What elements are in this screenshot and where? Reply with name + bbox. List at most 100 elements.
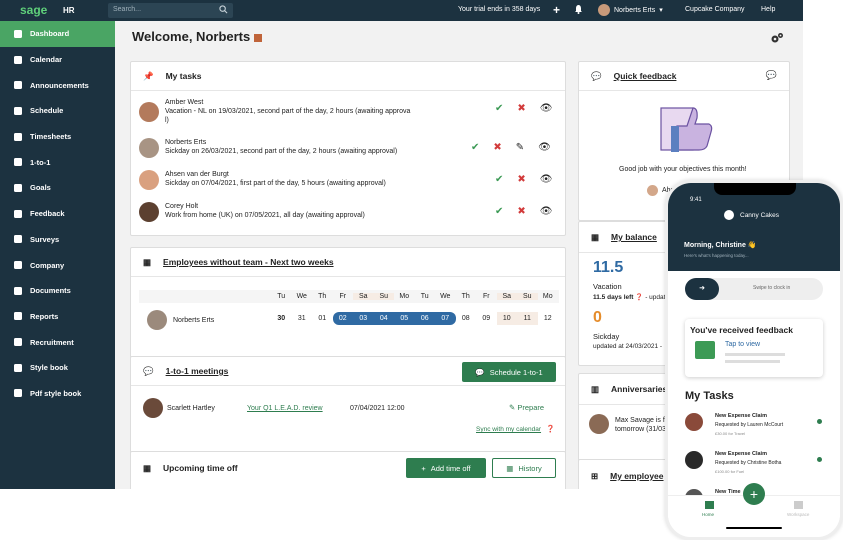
sage-logo[interactable]: sage bbox=[20, 3, 47, 17]
sidebar-item-dashboard[interactable]: Dashboard bbox=[0, 21, 115, 47]
sidebar-item-documents[interactable]: Documents bbox=[0, 278, 115, 304]
approve-check-icon[interactable]: ✔ bbox=[471, 142, 479, 153]
phone-tasks-title: My Tasks bbox=[685, 390, 734, 402]
sidebar-item-style-book[interactable]: Style book bbox=[0, 355, 115, 381]
sidebar-item-schedule[interactable]: Schedule bbox=[0, 98, 115, 124]
anniversary-text-1: Max Savage is fir bbox=[615, 417, 669, 424]
nav-home-label[interactable]: Home bbox=[702, 512, 714, 517]
meeting-person: Scarlett Hartley bbox=[167, 405, 215, 412]
feedback-notification[interactable]: You've received feedback Tap to view bbox=[685, 319, 823, 377]
calendar-date-cell[interactable]: 08 bbox=[456, 312, 477, 325]
home-icon[interactable] bbox=[705, 501, 714, 509]
company-menu[interactable]: Cupcake Company bbox=[685, 6, 745, 13]
bell-icon[interactable] bbox=[574, 4, 583, 14]
calendar-date-cell[interactable]: 07 bbox=[435, 312, 456, 325]
search-icon[interactable] bbox=[219, 5, 228, 14]
approve-check-icon[interactable]: ✔ bbox=[495, 206, 503, 217]
app-name: HR bbox=[63, 6, 75, 15]
calendar-date-cell[interactable]: 12 bbox=[538, 312, 559, 325]
view-eye-icon[interactable]: 👁 bbox=[540, 103, 553, 114]
sidebar-item-1-to-1[interactable]: 1-to-1 bbox=[0, 149, 115, 175]
reject-x-icon[interactable]: ✖ bbox=[493, 142, 501, 153]
view-eye-icon[interactable]: 👁 bbox=[540, 206, 553, 217]
time-off-card: ▦ Upcoming time off + Add time off ▦ Histor… bbox=[130, 451, 566, 489]
calendar-date-cell[interactable]: 02 bbox=[332, 312, 353, 325]
help-icon[interactable]: ❓ bbox=[546, 425, 555, 433]
avatar bbox=[685, 413, 703, 431]
sidebar-item-reports[interactable]: Reports bbox=[0, 304, 115, 330]
sidebar-item-goals[interactable]: Goals bbox=[0, 175, 115, 201]
sidebar-item-feedback[interactable]: Feedback bbox=[0, 201, 115, 227]
my-balance-title[interactable]: My balance bbox=[611, 232, 657, 242]
clock-in-slider[interactable]: ➜ Swipe to clock in bbox=[685, 278, 823, 300]
add-fab-icon[interactable]: + bbox=[743, 483, 765, 505]
calendar-date-cell[interactable]: 31 bbox=[292, 312, 313, 325]
calendar-date-cell[interactable]: 05 bbox=[394, 312, 415, 325]
sidebar-item-label: Reports bbox=[30, 311, 59, 321]
phone-bottom-nav: Home + Workspace bbox=[668, 483, 840, 537]
calendar-date-cell[interactable]: 09 bbox=[476, 312, 497, 325]
sidebar-item-company[interactable]: Company bbox=[0, 252, 115, 278]
team-calendar-card: ▦ Employees without team - Next two weeks… bbox=[130, 247, 566, 367]
calendar-date-cell[interactable]: 11 bbox=[517, 312, 538, 325]
calendar-date-cell[interactable]: 01 bbox=[312, 312, 333, 325]
task-description: Sickday on 07/04/2021, first part of the… bbox=[165, 180, 386, 187]
view-eye-icon[interactable]: 👁 bbox=[538, 142, 551, 153]
phone-task-requester: Requested by Christine Botha bbox=[715, 460, 782, 466]
help-link[interactable]: Help bbox=[761, 6, 775, 13]
reject-x-icon[interactable]: ✖ bbox=[517, 174, 525, 185]
sidebar-item-announcements[interactable]: Announcements bbox=[0, 72, 115, 98]
approve-check-icon[interactable]: ✔ bbox=[495, 103, 503, 114]
calendar-date-cell[interactable]: 04 bbox=[373, 312, 394, 325]
team-calendar-title[interactable]: Employees without team - Next two weeks bbox=[163, 257, 334, 267]
feedback-notification-title: You've received feedback bbox=[690, 325, 793, 335]
sidebar-item-label: Calendar bbox=[30, 55, 63, 65]
history-button[interactable]: ▦ History bbox=[492, 458, 556, 478]
nav-workspace-label[interactable]: Workspace bbox=[787, 512, 809, 517]
briefcase-icon[interactable] bbox=[794, 501, 803, 509]
sidebar-item-timesheets[interactable]: Timesheets bbox=[0, 124, 115, 150]
chat-icon: 💬 bbox=[591, 70, 602, 81]
meetings-title[interactable]: 1-to-1 meetings bbox=[166, 366, 229, 376]
task-actions: ✔ ✖ 👁 bbox=[495, 103, 552, 114]
phone-task-title: New Expense Claim bbox=[715, 413, 767, 419]
add-time-off-button[interactable]: + Add time off bbox=[406, 458, 486, 478]
approve-check-icon[interactable]: ✔ bbox=[495, 174, 503, 185]
feedback-icon[interactable]: 💬 bbox=[766, 70, 777, 81]
my-tasks-card: 📌 My tasks Amber West Vacation - NL on 19/… bbox=[130, 61, 566, 236]
quick-feedback-title[interactable]: Quick feedback bbox=[614, 71, 677, 81]
calendar-date-cell[interactable]: 06 bbox=[414, 312, 435, 325]
edit-pencil-icon[interactable]: ✎ bbox=[516, 142, 524, 153]
review-link[interactable]: Your Q1 L.E.A.D. review bbox=[247, 405, 323, 412]
avatar bbox=[598, 4, 610, 16]
chat-icon: 💬 bbox=[143, 365, 154, 376]
my-employees-title[interactable]: My employee bbox=[610, 471, 663, 481]
view-eye-icon[interactable]: 👁 bbox=[540, 174, 553, 185]
settings-gear-icon[interactable] bbox=[770, 32, 784, 44]
sync-calendar-link[interactable]: Sync with my calendar bbox=[476, 426, 541, 433]
user-menu[interactable]: Norberts Erts ▾ bbox=[598, 4, 663, 16]
brand-logo-icon bbox=[724, 210, 734, 220]
schedule-button[interactable]: 💬 Schedule 1-to-1 bbox=[462, 362, 556, 382]
sidebar-item-recruitment[interactable]: Recruitment bbox=[0, 329, 115, 355]
calendar-date-cell[interactable]: 03 bbox=[353, 312, 374, 325]
sidebar-item-calendar[interactable]: Calendar bbox=[0, 47, 115, 73]
prepare-button[interactable]: ✎ Prepare bbox=[509, 403, 544, 412]
sidebar-item-label: Documents bbox=[30, 286, 71, 296]
sidebar-item-pdf-style-book[interactable]: Pdf style book bbox=[0, 381, 115, 407]
reject-x-icon[interactable]: ✖ bbox=[517, 103, 525, 114]
phone-task-item[interactable]: New Expense Claim Requested by Lauren McC… bbox=[685, 413, 825, 447]
phone-subtitle: Here's what's happening today... bbox=[684, 253, 749, 258]
calendar-date-cell[interactable]: 10 bbox=[496, 312, 517, 325]
swipe-arrow-icon[interactable]: ➜ bbox=[685, 278, 719, 300]
sidebar-item-surveys[interactable]: Surveys bbox=[0, 227, 115, 253]
one-to-one-card: 💬 1-to-1 meetings 💬 Schedule 1-to-1 Scarle… bbox=[130, 356, 566, 464]
reject-x-icon[interactable]: ✖ bbox=[517, 206, 525, 217]
search-input[interactable]: Search... bbox=[113, 6, 141, 13]
calendar-date-cell[interactable]: 30 bbox=[271, 312, 292, 325]
placeholder-line bbox=[725, 353, 785, 356]
phone-task-item[interactable]: New Expense Claim Requested by Christine … bbox=[685, 451, 825, 485]
search-box[interactable]: Search... bbox=[108, 3, 233, 18]
add-icon[interactable]: + bbox=[553, 3, 560, 17]
tap-to-view-link[interactable]: Tap to view bbox=[725, 341, 760, 348]
